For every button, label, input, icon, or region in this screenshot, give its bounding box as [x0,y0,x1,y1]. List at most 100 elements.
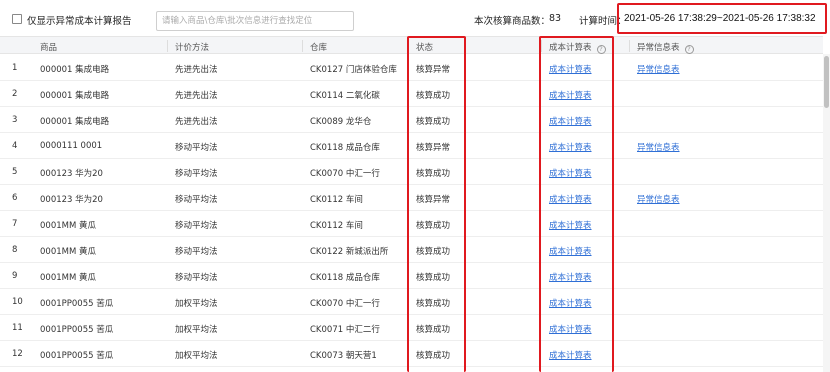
cost-table-link[interactable]: 成本计算表 [549,219,592,231]
status-cell: 核算成功 [416,221,451,231]
goods-cell: 0001PP0055 苦瓜 [40,299,114,309]
warehouse-cell: CK0118 成品仓库 [310,273,380,283]
goods-cell: 000001 集成电路 [40,117,110,127]
table-row[interactable]: 7 0001MM 黄瓜 移动平均法 CK0112 车间 核算成功 成本计算表 [0,211,823,237]
header-exception[interactable]: 异常信息表? [637,41,694,54]
cost-table-link[interactable]: 成本计算表 [549,89,592,101]
warehouse-cell: CK0112 车间 [310,195,363,205]
status-cell: 核算成功 [416,169,451,179]
cost-table-link[interactable]: 成本计算表 [549,349,592,361]
toolbar: 仅显示异常成本计算报告 本次核算商品数： 83 计算时间： 2021-05-26… [0,0,830,40]
header-method[interactable]: 计价方法 [175,41,209,53]
warehouse-cell: CK0089 龙华仓 [310,117,372,127]
row-index: 6 [12,193,18,203]
method-cell: 移动平均法 [175,143,218,153]
warehouse-cell: CK0112 车间 [310,221,363,231]
goods-cell: 000001 集成电路 [40,65,110,75]
table-row[interactable]: 4 0000111 0001 移动平均法 CK0118 成品仓库 核算异常 成本计算表 异常… [0,133,823,159]
status-cell: 核算成功 [416,117,451,127]
table-row[interactable]: 5 000123 华为20 移动平均法 CK0070 中汇一行 核算成功 成本计算表 [0,159,823,185]
exception-info-link[interactable]: 异常信息表 [637,193,680,205]
warehouse-cell: CK0114 二氧化碳 [310,91,380,101]
cost-table-link[interactable]: 成本计算表 [549,245,592,257]
status-cell: 核算成功 [416,351,451,361]
cost-table-link[interactable]: 成本计算表 [549,271,592,283]
warehouse-cell: CK0122 新城派出所 [310,247,389,257]
column-divider [629,40,630,52]
status-cell: 核算异常 [416,143,451,153]
exception-info-link[interactable]: 异常信息表 [637,63,680,75]
header-cost[interactable]: 成本计算表? [549,41,606,54]
cost-table-link[interactable]: 成本计算表 [549,193,592,205]
row-index: 3 [12,115,18,125]
method-cell: 先进先出法 [175,65,218,75]
table-row[interactable]: 10 0001PP0055 苦瓜 加权平均法 CK0070 中汇一行 核算成功 成本计算表 [0,289,823,315]
row-index: 2 [12,89,18,99]
cost-table-link[interactable]: 成本计算表 [549,115,592,127]
table-row[interactable]: 9 0001MM 黄瓜 移动平均法 CK0118 成品仓库 核算成功 成本计算表 [0,263,823,289]
table-row[interactable]: 11 0001PP0055 苦瓜 加权平均法 CK0071 中汇二行 核算成功 成本计算表 [0,315,823,341]
warehouse-cell: CK0070 中汇一行 [310,169,380,179]
goods-cell: 000123 华为20 [40,195,103,205]
exception-info-link[interactable]: 异常信息表 [637,141,680,153]
table-row[interactable]: 2 000001 集成电路 先进先出法 CK0114 二氧化碳 核算成功 成本计算表 [0,81,823,107]
column-divider [541,40,542,52]
method-cell: 加权平均法 [175,299,218,309]
column-divider [408,40,409,52]
method-cell: 移动平均法 [175,221,218,231]
header-goods[interactable]: 商品 [40,41,57,53]
search-input[interactable] [156,11,354,31]
table-row[interactable]: 1 000001 集成电路 先进先出法 CK0127 门店体验仓库 核算异常 成本计算表 异… [0,55,823,81]
cost-table-link[interactable]: 成本计算表 [549,141,592,153]
only-exception-label[interactable]: 仅显示异常成本计算报告 [27,13,132,27]
table-row[interactable]: 12 0001PP0055 苦瓜 加权平均法 CK0073 朝天营1 核算成功 成本计算表 [0,341,823,367]
warehouse-cell: CK0070 中汇一行 [310,299,380,309]
table-row[interactable]: 3 000001 集成电路 先进先出法 CK0089 龙华仓 核算成功 成本计算表 [0,107,823,133]
method-cell: 先进先出法 [175,117,218,127]
method-cell: 加权平均法 [175,351,218,361]
warehouse-cell: CK0071 中汇二行 [310,325,380,335]
goods-cell: 0001MM 黄瓜 [40,273,97,283]
goods-cell: 0001PP0055 苦瓜 [40,325,114,335]
header-cost-label: 成本计算表 [549,43,592,53]
method-cell: 移动平均法 [175,247,218,257]
row-index: 12 [12,349,23,359]
row-index: 7 [12,219,18,229]
goods-cell: 0001PP0055 苦瓜 [40,351,114,361]
row-index: 8 [12,245,18,255]
status-cell: 核算成功 [416,91,451,101]
header-warehouse[interactable]: 仓库 [310,41,327,53]
header-exception-label: 异常信息表 [637,43,680,53]
help-circle-icon[interactable]: ? [596,45,606,54]
header-status[interactable]: 状态 [416,41,433,53]
method-cell: 移动平均法 [175,273,218,283]
row-index: 1 [12,63,18,73]
status-cell: 核算异常 [416,195,451,205]
checkbox-icon[interactable] [12,14,22,24]
method-cell: 移动平均法 [175,169,218,179]
row-index: 10 [12,297,23,307]
status-cell: 核算异常 [416,65,451,75]
goods-cell: 000001 集成电路 [40,91,110,101]
column-divider [167,40,168,52]
time-label: 计算时间： [579,16,627,27]
table-header: 商品 计价方法 仓库 状态 成本计算表? 异常信息表? [0,36,823,54]
cost-table-link[interactable]: 成本计算表 [549,63,592,75]
vertical-scrollbar[interactable] [823,54,830,372]
cost-table-link[interactable]: 成本计算表 [549,297,592,309]
method-cell: 加权平均法 [175,325,218,335]
cost-table-link[interactable]: 成本计算表 [549,167,592,179]
cost-table-link[interactable]: 成本计算表 [549,323,592,335]
row-index: 9 [12,271,18,281]
help-circle-icon[interactable]: ? [684,45,694,54]
table-row[interactable]: 6 000123 华为20 移动平均法 CK0112 车间 核算异常 成本计算表 异常信息表 [0,185,823,211]
row-index: 11 [12,323,23,333]
row-index: 5 [12,167,18,177]
status-cell: 核算成功 [416,247,451,257]
count-value: 83 [549,13,562,24]
scrollbar-thumb[interactable] [824,56,829,108]
status-cell: 核算成功 [416,273,451,283]
table-row[interactable]: 8 0001MM 黄瓜 移动平均法 CK0122 新城派出所 核算成功 成本计算表 [0,237,823,263]
column-divider [302,40,303,52]
warehouse-cell: CK0127 门店体验仓库 [310,65,397,75]
